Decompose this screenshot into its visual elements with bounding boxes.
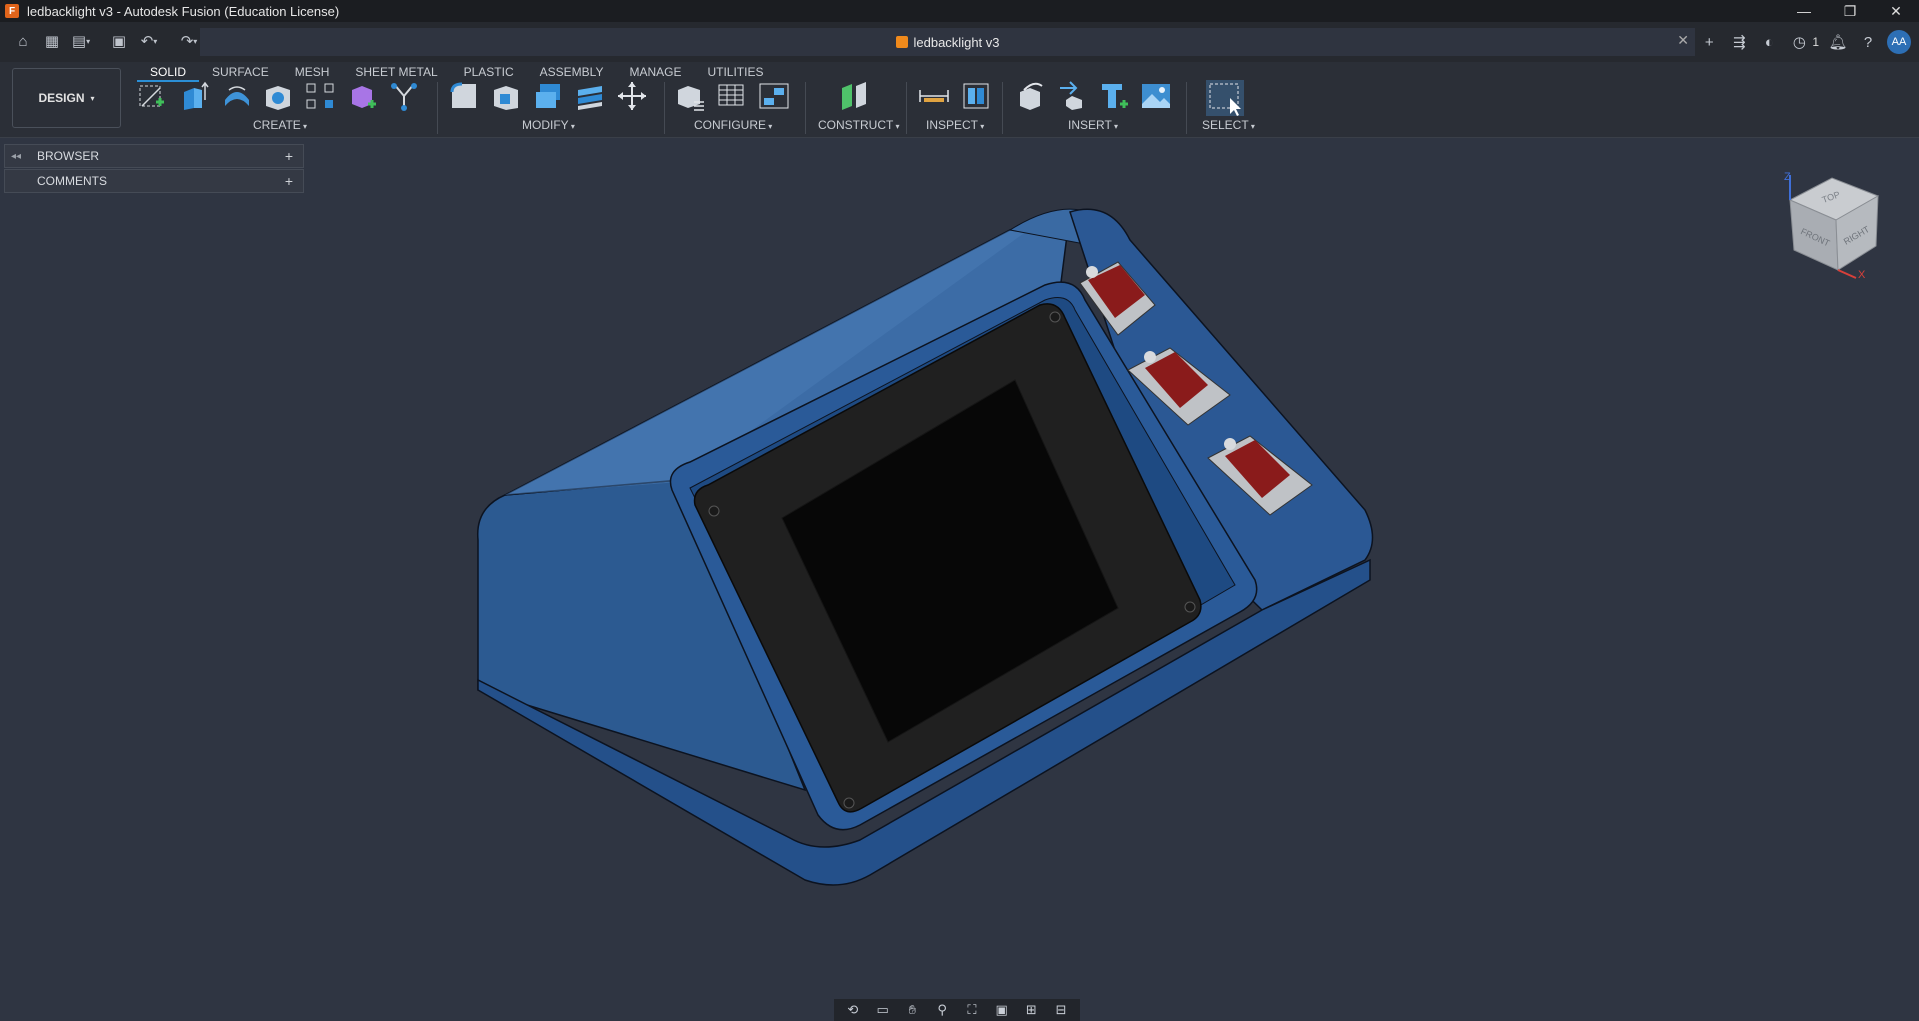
online-icon[interactable]: ◐ — [1758, 31, 1780, 53]
3d-viewport[interactable] — [0, 139, 1919, 999]
job-count: 1 — [1812, 35, 1819, 49]
insert-derive-icon[interactable] — [1014, 80, 1046, 112]
toolbar-divider — [437, 82, 438, 134]
modify-menu[interactable]: MODIFY — [522, 118, 575, 132]
minimize-icon: — — [1797, 3, 1811, 19]
shell-icon[interactable] — [532, 80, 564, 112]
x-axis — [1837, 269, 1857, 279]
viewports-icon[interactable]: ⊟ — [1052, 1001, 1070, 1019]
axis-x-label: X — [1858, 269, 1866, 280]
toolbar-tabs: SOLID SURFACE MESH SHEET METAL PLASTIC A… — [137, 62, 776, 82]
notifications-icon[interactable]: 🔔︎ — [1827, 31, 1849, 53]
design-table-icon[interactable] — [716, 80, 748, 112]
configuration-rules-icon[interactable] — [758, 80, 790, 112]
close-icon: ✕ — [1890, 2, 1902, 19]
add-icon[interactable]: + — [1698, 31, 1720, 53]
tab-assembly[interactable]: ASSEMBLY — [527, 62, 617, 82]
measure-icon[interactable] — [918, 80, 950, 112]
orbit-icon[interactable]: ⟲ — [844, 1001, 862, 1019]
extensions-icon[interactable]: ⇶ — [1728, 31, 1750, 53]
look-at-icon[interactable]: ▭ — [874, 1001, 892, 1019]
tab-surface[interactable]: SURFACE — [199, 62, 282, 82]
construct-menu[interactable]: CONSTRUCT — [818, 118, 900, 132]
fit-icon[interactable]: ⛶ — [963, 1001, 981, 1019]
file-icon[interactable]: ▤ ▾ — [70, 30, 92, 52]
select-window-icon[interactable] — [1206, 80, 1244, 116]
create-menu[interactable]: CREATE — [253, 118, 307, 132]
configure-menu[interactable]: CONFIGURE — [694, 118, 772, 132]
toolbar: DESIGN ▾ SOLID SURFACE MESH SHEET METAL … — [0, 62, 1919, 138]
title-bar: F ledbacklight v3 - Autodesk Fusion (Edu… — [0, 0, 1919, 22]
navigation-bar: ⟲ ▭ ✋︎ ⚲ ⛶ ▣ ⊞ ⊟ — [834, 999, 1080, 1021]
insert-mesh-icon[interactable] — [1056, 80, 1088, 112]
restore-button[interactable]: ❐ — [1827, 0, 1873, 22]
window-title: ledbacklight v3 - Autodesk Fusion (Educa… — [27, 3, 340, 19]
new-component-icon[interactable] — [346, 80, 378, 112]
tab-sheet-metal[interactable]: SHEET METAL — [342, 62, 450, 82]
create-sketch-icon[interactable] — [136, 80, 168, 112]
tab-solid[interactable]: SOLID — [137, 62, 200, 82]
press-pull-icon[interactable] — [448, 80, 480, 112]
pan-icon[interactable]: ✋︎ — [903, 1001, 921, 1019]
inspect-menu[interactable]: INSPECT — [926, 118, 984, 132]
configure-table-icon[interactable] — [674, 80, 706, 112]
fusion-logo-icon: F — [5, 4, 19, 18]
avatar[interactable]: AA — [1887, 30, 1911, 54]
display-settings-icon[interactable]: ▣ — [993, 1001, 1011, 1019]
save-icon[interactable]: ▣ — [108, 30, 130, 52]
hole-icon[interactable] — [262, 80, 294, 112]
minimize-button[interactable]: — — [1781, 0, 1827, 22]
undo-icon[interactable]: ↶ ▾ — [138, 30, 160, 52]
workspace-switcher[interactable]: DESIGN ▾ — [12, 68, 121, 128]
offset-plane-icon[interactable] — [838, 80, 870, 112]
view-cube[interactable]: TOP FRONT RIGHT Z X — [1780, 170, 1890, 280]
jobs-icon[interactable]: ◷ — [1788, 31, 1810, 53]
workspace-label: DESIGN — [38, 91, 85, 105]
select-menu[interactable]: SELECT — [1202, 118, 1255, 132]
section-analysis-icon[interactable] — [960, 80, 992, 112]
toolbar-divider — [1186, 82, 1187, 134]
combine-icon[interactable] — [574, 80, 606, 112]
pattern-icon[interactable] — [304, 80, 336, 112]
tab-utilities[interactable]: UTILITIES — [694, 62, 776, 82]
restore-icon: ❐ — [1843, 2, 1857, 19]
toolbar-divider — [664, 82, 665, 134]
quick-access-bar: ⌂ ▦ ▤ ▾ ▣ ↶ ▾ ↷ ▾ ledbacklight v3 ✕ + ⇶ ◐ ◷… — [0, 22, 1919, 62]
extrude-icon[interactable] — [178, 80, 210, 112]
tab-manage[interactable]: MANAGE — [616, 62, 694, 82]
fillet-icon[interactable] — [490, 80, 522, 112]
document-tab-label: ledbacklight v3 — [913, 34, 1000, 50]
toolbar-divider — [1002, 82, 1003, 134]
move-icon[interactable] — [616, 80, 648, 112]
tab-mesh[interactable]: MESH — [282, 62, 343, 82]
insert-menu[interactable]: INSERT — [1068, 118, 1118, 132]
zoom-icon[interactable]: ⚲ — [933, 1001, 951, 1019]
grid-icon[interactable]: ▦ — [41, 30, 63, 52]
document-cube-icon — [895, 36, 908, 48]
close-tab-icon[interactable]: ✕ — [1677, 32, 1689, 49]
toolbar-divider — [805, 82, 806, 134]
close-window-button[interactable]: ✕ — [1873, 0, 1919, 22]
toolbar-divider — [906, 82, 907, 134]
insert-canvas-icon[interactable] — [1140, 80, 1172, 112]
insert-text-icon[interactable] — [1098, 80, 1130, 112]
revolve-icon[interactable] — [221, 80, 253, 112]
create-form-icon[interactable] — [388, 80, 420, 112]
document-tab[interactable]: ledbacklight v3 ✕ — [200, 28, 1695, 56]
home-icon[interactable]: ⌂ — [12, 30, 34, 52]
help-icon[interactable]: ? — [1857, 31, 1879, 53]
enclosure-model[interactable] — [477, 208, 1374, 886]
tab-plastic[interactable]: PLASTIC — [451, 62, 527, 82]
grid-settings-icon[interactable]: ⊞ — [1022, 1001, 1040, 1019]
axis-z-label: Z — [1784, 171, 1791, 183]
redo-icon[interactable]: ↷ ▾ — [178, 30, 200, 52]
chevron-down-icon: ▾ — [90, 93, 95, 103]
